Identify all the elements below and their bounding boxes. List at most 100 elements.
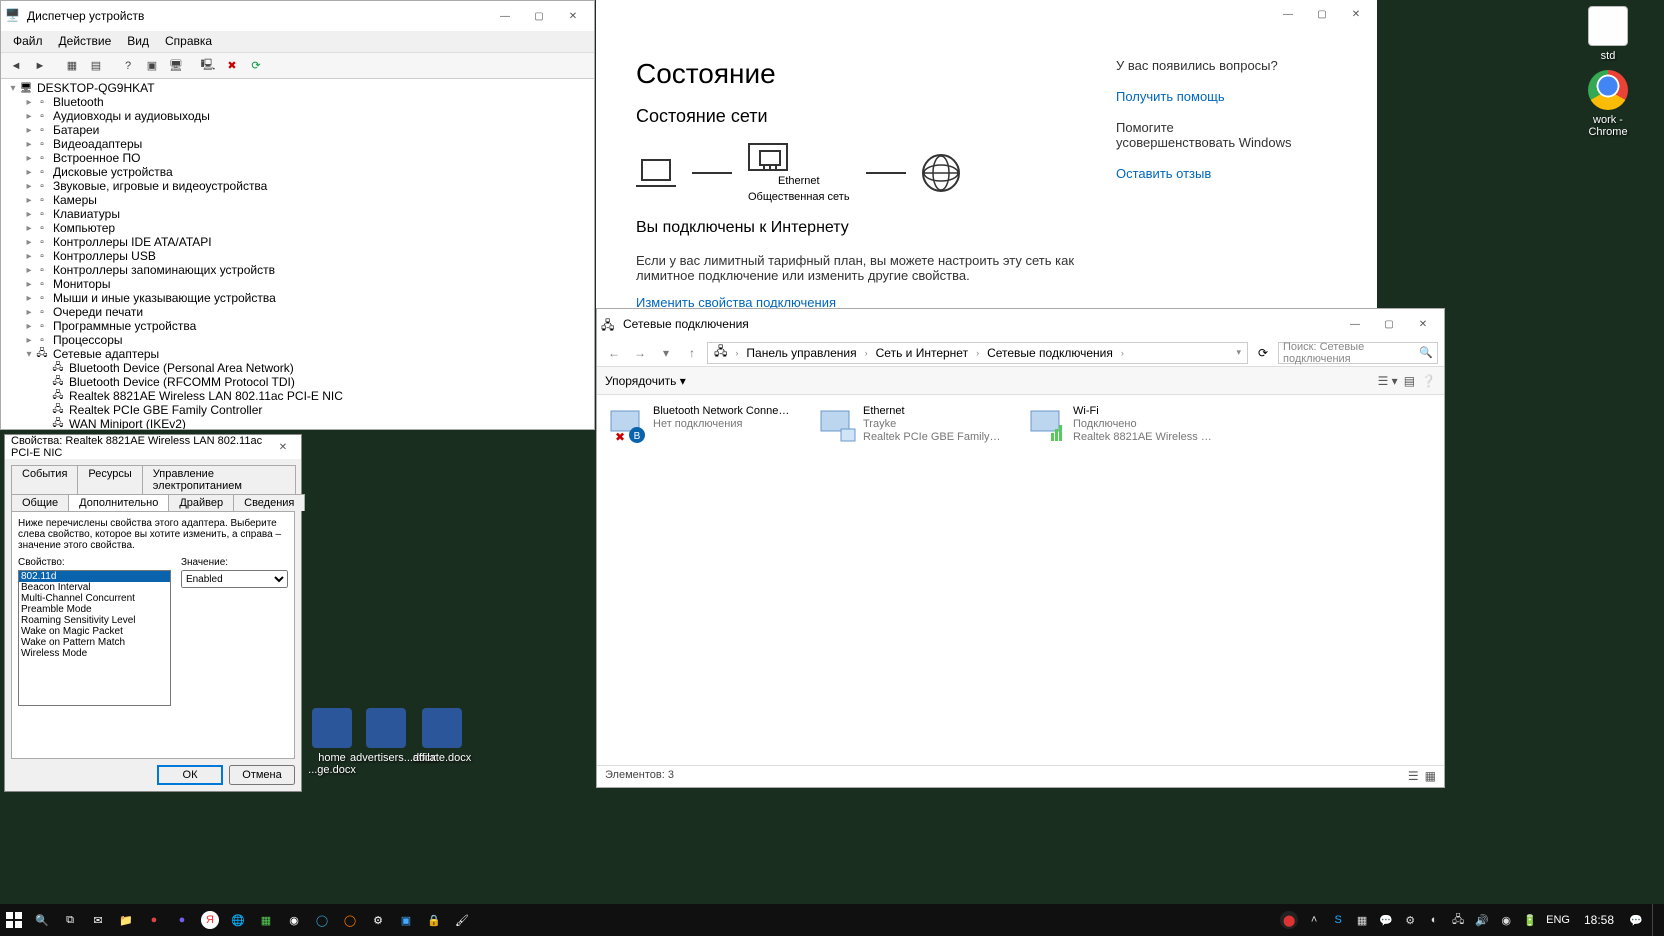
maximize-button[interactable]: ▢ (1305, 0, 1339, 28)
refresh-icon[interactable]: ⟳ (1252, 346, 1274, 360)
property-listbox[interactable]: 802.11dBeacon IntervalMulti-Channel Conc… (18, 570, 171, 706)
minimize-button[interactable]: — (1338, 310, 1372, 338)
tree-category[interactable]: ▸▫Процессоры (5, 333, 590, 347)
close-button[interactable]: ✕ (556, 2, 590, 30)
scan-icon[interactable]: 🖳 (197, 55, 219, 77)
toolbar-btn-2[interactable]: ▤ (85, 55, 107, 77)
tree-device[interactable]: 🖧Realtek PCIe GBE Family Controller (5, 403, 590, 417)
close-button[interactable]: ✕ (1339, 0, 1373, 28)
desktop-icon-chrome[interactable]: work - Chrome (1572, 70, 1644, 138)
network-icon[interactable]: 🖧 (1450, 912, 1466, 928)
volume-icon[interactable]: 🔊 (1474, 912, 1490, 928)
tray-icon-3[interactable]: ⚙ (1402, 912, 1418, 928)
help-icon[interactable]: ❔ (1421, 374, 1436, 388)
tree-device[interactable]: 🖧WAN Miniport (IKEv2) (5, 417, 590, 429)
chevron-up-icon[interactable]: ˄ (1306, 912, 1322, 928)
minimize-button[interactable]: — (488, 2, 522, 30)
value-select[interactable]: Enabled (181, 570, 288, 588)
tree-category[interactable]: ▸▫Звуковые, игровые и видеоустройства (5, 179, 590, 193)
edge-icon[interactable]: ◯ (308, 904, 336, 936)
menu-file[interactable]: Файл (5, 31, 51, 52)
mail-icon[interactable]: ✉ (84, 904, 112, 936)
tree-category[interactable]: ▸▫Очереди печати (5, 305, 590, 319)
tree-category[interactable]: ▸▫Bluetooth (5, 95, 590, 109)
tree-category[interactable]: ▸▫Клавиатуры (5, 207, 590, 221)
tray-icon-2[interactable]: ▦ (1354, 912, 1370, 928)
organize-button[interactable]: Упорядочить ▾ (605, 374, 686, 388)
nav-back-icon[interactable]: ← (603, 346, 625, 360)
search-icon[interactable]: 🔍 (28, 904, 56, 936)
desktop-icon-word-3[interactable]: affilate.docx (406, 708, 478, 764)
explorer-icon[interactable]: 📁 (112, 904, 140, 936)
nav-history-icon[interactable]: ▾ (655, 346, 677, 360)
menu-help[interactable]: Справка (157, 31, 220, 52)
tab-driver[interactable]: Драйвер (168, 494, 234, 511)
yandex-icon[interactable]: Я (201, 911, 219, 929)
preview-pane-icon[interactable]: ▤ (1404, 374, 1415, 388)
breadcrumb[interactable]: 🖧› Панель управления› Сеть и Интернет› С… (707, 342, 1248, 364)
clock[interactable]: 18:58 (1578, 913, 1620, 927)
nav-up-icon[interactable]: ↑ (681, 346, 703, 360)
tree-device[interactable]: 🖧Bluetooth Device (RFCOMM Protocol TDI) (5, 375, 590, 389)
search-input[interactable]: Поиск: Сетевые подключения🔍 (1278, 342, 1438, 364)
disable-icon[interactable]: ✖ (221, 55, 243, 77)
ok-button[interactable]: ОК (157, 765, 223, 785)
tab-resources[interactable]: Ресурсы (77, 465, 142, 494)
nav-forward-icon[interactable]: → (629, 346, 651, 360)
connection-ethernet[interactable]: Ethernet Trayke Realtek PCIe GBE Family … (817, 405, 1007, 445)
view-tiles-icon[interactable]: ▦ (1425, 769, 1436, 784)
props-titlebar[interactable]: Свойства: Realtek 8821AE Wireless LAN 80… (5, 435, 301, 459)
app-icon-3[interactable]: ◯ (336, 904, 364, 936)
property-option[interactable]: Wake on Magic Packet (19, 626, 170, 637)
property-option[interactable]: Roaming Sensitivity Level (19, 615, 170, 626)
chrome-icon[interactable]: 🌐 (224, 904, 252, 936)
app-icon-4[interactable]: ▣ (392, 904, 420, 936)
tree-category[interactable]: ▸▫Батареи (5, 123, 590, 137)
devmgr-titlebar[interactable]: 🖥️ Диспетчер устройств — ▢ ✕ (1, 1, 594, 31)
settings-gear-icon[interactable]: ⚙ (364, 904, 392, 936)
tree-category[interactable]: ▸▫Мониторы (5, 277, 590, 291)
skype-icon[interactable]: S (1330, 912, 1346, 928)
tab-power[interactable]: Управление электропитанием (142, 465, 296, 494)
menu-view[interactable]: Вид (119, 31, 157, 52)
tray-icon-4[interactable]: ◐ (1426, 912, 1442, 928)
tray-icon-1[interactable]: ⬤ (1280, 911, 1298, 929)
maximize-button[interactable]: ▢ (522, 2, 556, 30)
app-icon-5[interactable]: 🔒 (420, 904, 448, 936)
app-icon-6[interactable]: 🖌 (448, 904, 476, 936)
chevron-down-icon[interactable]: ▾ (1234, 347, 1243, 358)
cancel-button[interactable]: Отмена (229, 765, 295, 785)
app-icon-1[interactable]: ● (140, 904, 168, 936)
tree-category[interactable]: ▸▫Контроллеры запоминающих устройств (5, 263, 590, 277)
property-option[interactable]: Preamble Mode (19, 604, 170, 615)
viber-icon[interactable]: ● (168, 904, 196, 936)
discord-icon[interactable]: 💬 (1378, 912, 1394, 928)
update-icon[interactable]: ⟳ (245, 55, 267, 77)
toolbar-btn-4[interactable]: 🖥 (165, 55, 187, 77)
connections-list[interactable]: B✖ Bluetooth Network Connection Нет подк… (597, 395, 1444, 765)
tree-category[interactable]: ▸▫Компьютер (5, 221, 590, 235)
show-desktop-button[interactable] (1652, 904, 1658, 936)
tree-device[interactable]: 🖧Bluetooth Device (Personal Area Network… (5, 361, 590, 375)
taskview-icon[interactable]: ⧉ (56, 904, 84, 936)
back-icon[interactable]: ◄ (5, 55, 27, 77)
get-help-link[interactable]: Получить помощь (1116, 89, 1296, 104)
tree-category[interactable]: ▸▫Видеоадаптеры (5, 137, 590, 151)
tree-category[interactable]: ▸▫Дисковые устройства (5, 165, 590, 179)
property-option[interactable]: Multi-Channel Concurrent (19, 593, 170, 604)
tree-category[interactable]: ▸▫Аудиовходы и аудиовыходы (5, 109, 590, 123)
settings-titlebar[interactable]: — ▢ ✕ (596, 0, 1377, 28)
tree-category[interactable]: ▸▫Контроллеры IDE ATA/ATAPI (5, 235, 590, 249)
battery-icon[interactable]: 🔋 (1522, 912, 1538, 928)
tab-advanced[interactable]: Дополнительно (68, 494, 169, 511)
property-option[interactable]: Wireless Mode (19, 648, 170, 659)
tab-events[interactable]: События (11, 465, 78, 494)
toolbar-btn-1[interactable]: ▦ (61, 55, 83, 77)
view-details-icon[interactable]: ☰ (1408, 769, 1419, 784)
minimize-button[interactable]: — (1271, 0, 1305, 28)
tray-icon-5[interactable]: ◉ (1498, 912, 1514, 928)
tree-device[interactable]: 🖧Realtek 8821AE Wireless LAN 802.11ac PC… (5, 389, 590, 403)
device-tree[interactable]: ▾🖥 DESKTOP-QG9HKAT ▸▫Bluetooth▸▫Аудиовхо… (1, 79, 594, 429)
property-option[interactable]: 802.11d (19, 571, 170, 582)
property-option[interactable]: Wake on Pattern Match (19, 637, 170, 648)
